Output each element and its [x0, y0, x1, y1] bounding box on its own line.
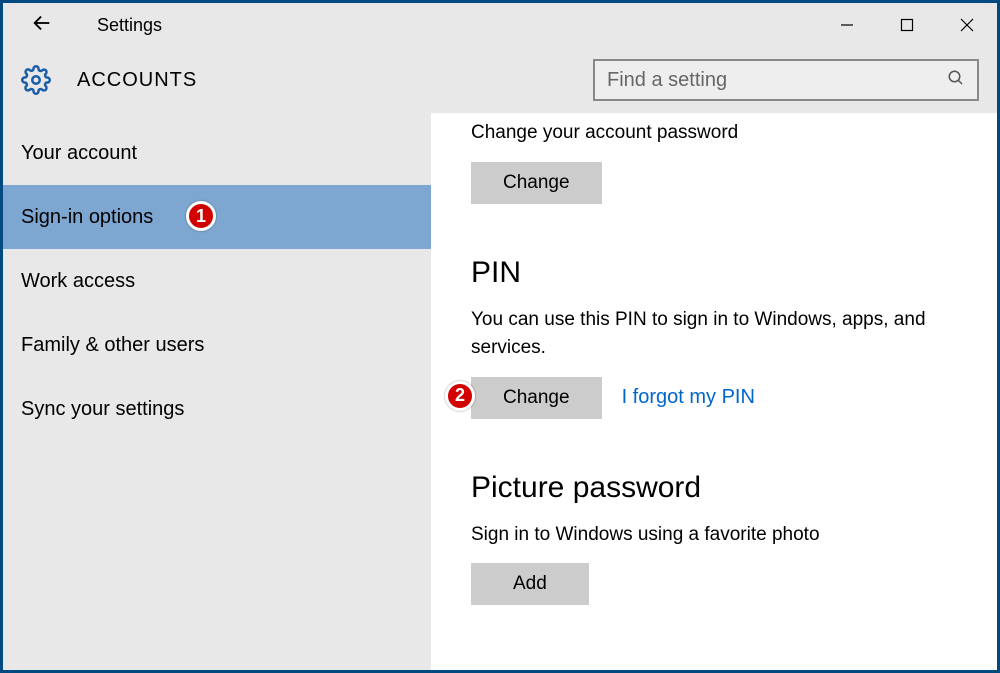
window-title: Settings: [97, 15, 162, 36]
sidebar-item-sync-settings[interactable]: Sync your settings: [3, 377, 431, 441]
sidebar-item-label: Work access: [21, 270, 135, 293]
body-area: Your account Sign-in options 1 Work acce…: [3, 113, 997, 670]
sidebar-item-label: Family & other users: [21, 334, 204, 357]
add-picture-password-button[interactable]: Add: [471, 563, 589, 605]
change-pin-button[interactable]: Change: [471, 377, 602, 419]
search-box[interactable]: [593, 59, 979, 101]
sidebar-item-your-account[interactable]: Your account: [3, 121, 431, 185]
section-title: ACCOUNTS: [77, 69, 197, 92]
window-controls: [817, 3, 997, 47]
sidebar-item-label: Sync your settings: [21, 398, 184, 421]
sidebar-item-label: Your account: [21, 142, 137, 165]
gear-icon: [21, 65, 51, 95]
title-bar: Settings: [3, 3, 997, 47]
close-button[interactable]: [937, 3, 997, 47]
change-password-button[interactable]: Change: [471, 162, 602, 204]
annotation-badge-1: 1: [186, 201, 216, 231]
pin-description: You can use this PIN to sign in to Windo…: [471, 306, 979, 363]
sidebar-item-label: Sign-in options: [21, 206, 153, 229]
picture-password-heading: Picture password: [471, 471, 979, 505]
content-panel: Change your account password Change PIN …: [431, 113, 997, 670]
pin-heading: PIN: [471, 256, 979, 290]
password-description: Change your account password: [471, 119, 979, 148]
back-arrow-icon[interactable]: [31, 12, 53, 38]
sidebar-item-family-other-users[interactable]: Family & other users: [3, 313, 431, 377]
pin-actions-row: 2 Change I forgot my PIN: [471, 377, 979, 419]
sidebar: Your account Sign-in options 1 Work acce…: [3, 113, 431, 670]
annotation-badge-2: 2: [445, 381, 475, 411]
picture-password-description: Sign in to Windows using a favorite phot…: [471, 521, 979, 550]
search-icon: [947, 69, 965, 92]
maximize-button[interactable]: [877, 3, 937, 47]
header-row: ACCOUNTS: [3, 47, 997, 113]
sidebar-item-work-access[interactable]: Work access: [3, 249, 431, 313]
search-input[interactable]: [607, 69, 947, 92]
sidebar-item-sign-in-options[interactable]: Sign-in options 1: [3, 185, 431, 249]
forgot-pin-link[interactable]: I forgot my PIN: [622, 386, 755, 409]
minimize-button[interactable]: [817, 3, 877, 47]
